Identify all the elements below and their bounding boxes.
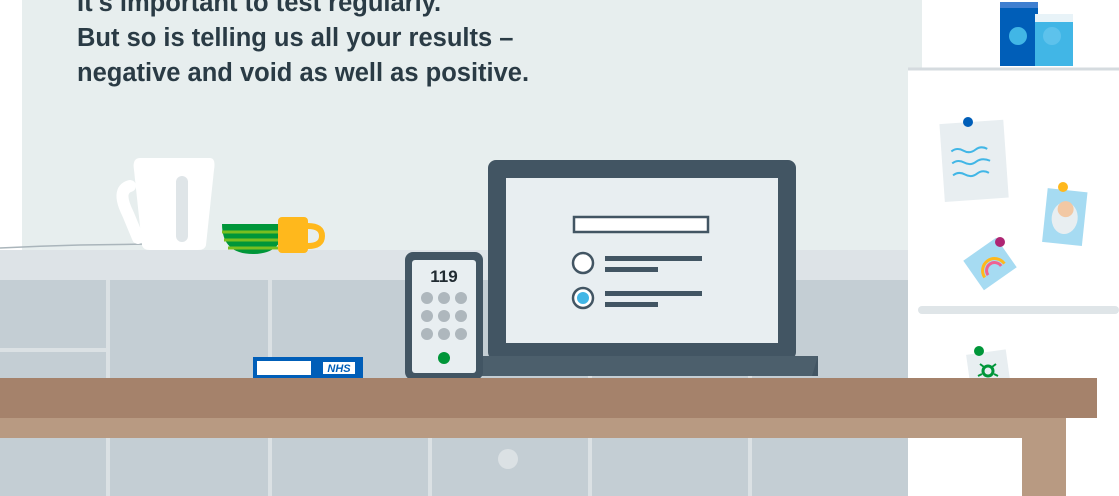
headline: It's important to test regularly. But so… <box>77 0 717 91</box>
headline-line-3: negative and void as well as positive. <box>77 56 717 91</box>
form-text-field <box>574 217 708 232</box>
phone: 119 <box>405 252 483 380</box>
baby-photo <box>1042 188 1087 246</box>
green-bowl <box>222 224 284 254</box>
illustration-scene: 119 NHS It's important to test regularly… <box>0 0 1119 496</box>
lower-cabinets <box>0 438 920 496</box>
phone-number: 119 <box>430 267 457 286</box>
nhs-logo: NHS <box>327 363 351 375</box>
headline-line-1: It's important to test regularly. <box>77 0 717 21</box>
table-top <box>0 378 1097 418</box>
magnet-pin <box>1058 182 1068 192</box>
phone-call-button <box>438 352 450 364</box>
nhs-card: NHS <box>253 357 363 379</box>
magnet-pin <box>963 117 973 127</box>
magnet-pin <box>974 346 984 356</box>
laptop <box>458 160 818 376</box>
cabinet-knob <box>498 449 518 469</box>
headline-line-2: But so is telling us all your results – <box>77 21 717 56</box>
fridge-note <box>939 120 1008 202</box>
fridge-door-gap <box>918 306 1119 314</box>
radio-option-unchecked <box>573 253 593 273</box>
magnet-pin <box>995 237 1005 247</box>
table-apron <box>0 418 1022 438</box>
table-leg <box>1022 418 1066 496</box>
